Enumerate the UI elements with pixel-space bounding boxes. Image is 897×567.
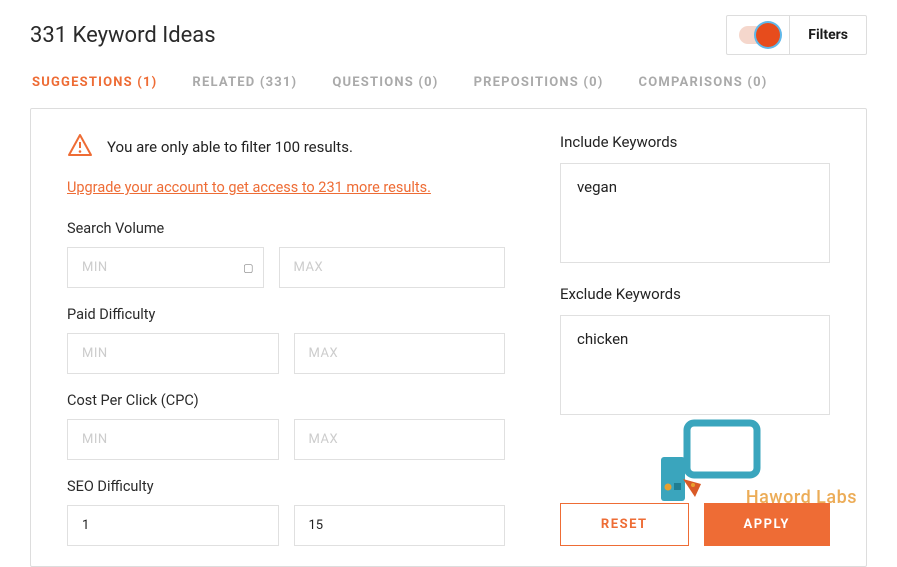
cpc-label: Cost Per Click (CPC) — [67, 392, 505, 409]
filters-control: Filters — [726, 15, 867, 55]
exclude-keywords-label: Exclude Keywords — [560, 285, 830, 303]
apply-button[interactable]: APPLY — [704, 503, 831, 546]
search-volume-min[interactable] — [67, 247, 264, 288]
cpc-max[interactable] — [294, 419, 506, 460]
search-volume-max[interactable] — [279, 247, 506, 288]
seo-difficulty-max[interactable] — [294, 505, 506, 546]
page-title: 331 Keyword Ideas — [30, 23, 216, 48]
save-indicator-icon: ▢ — [243, 261, 253, 274]
filters-toggle[interactable] — [727, 16, 790, 54]
upgrade-link[interactable]: Upgrade your account to get access to 23… — [67, 179, 431, 196]
seo-difficulty-label: SEO Difficulty — [67, 478, 505, 495]
filters-panel: You are only able to filter 100 results.… — [30, 108, 867, 567]
tab-comparisons[interactable]: COMPARISONS (0) — [639, 75, 768, 90]
tab-prepositions[interactable]: PREPOSITIONS (0) — [474, 75, 604, 90]
paid-difficulty-label: Paid Difficulty — [67, 306, 505, 323]
tab-questions[interactable]: QUESTIONS (0) — [332, 75, 438, 90]
tab-related[interactable]: RELATED (331) — [192, 75, 297, 90]
search-volume-label: Search Volume — [67, 220, 505, 237]
reset-button[interactable]: RESET — [560, 503, 689, 546]
paid-difficulty-max[interactable] — [294, 333, 506, 374]
include-keywords-label: Include Keywords — [560, 133, 830, 151]
warning-text: You are only able to filter 100 results. — [107, 138, 353, 156]
exclude-keywords-input[interactable] — [560, 315, 830, 415]
warning-row: You are only able to filter 100 results. — [67, 133, 505, 161]
paid-difficulty-min[interactable] — [67, 333, 279, 374]
cpc-min[interactable] — [67, 419, 279, 460]
tab-suggestions[interactable]: SUGGESTIONS (1) — [32, 75, 157, 90]
filters-label[interactable]: Filters — [790, 17, 866, 53]
include-keywords-input[interactable] — [560, 163, 830, 263]
warning-icon — [67, 133, 93, 161]
seo-difficulty-min[interactable] — [67, 505, 279, 546]
tabs: SUGGESTIONS (1) RELATED (331) QUESTIONS … — [30, 75, 867, 90]
